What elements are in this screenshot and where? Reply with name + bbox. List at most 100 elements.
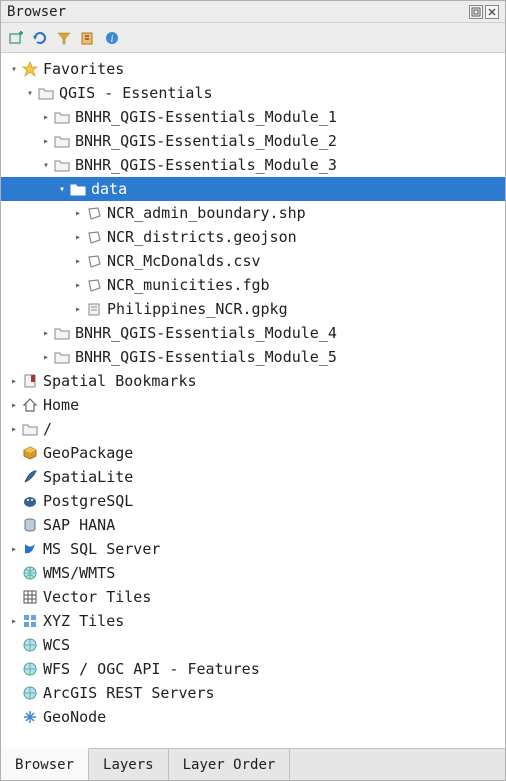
mssql-icon: [21, 541, 39, 557]
tree-label: Home: [43, 396, 79, 414]
tab-label: Layer Order: [183, 757, 276, 773]
folder-icon: [53, 110, 71, 124]
tree-label: Vector Tiles: [43, 588, 151, 606]
refresh-button[interactable]: [31, 29, 49, 47]
properties-button[interactable]: i: [103, 29, 121, 47]
tree-item-sap-hana[interactable]: SAP HANA: [1, 513, 505, 537]
info-icon: i: [104, 30, 120, 46]
folder-icon: [53, 158, 71, 172]
globe-icon: [21, 685, 39, 701]
chevron-right-icon[interactable]: ▸: [7, 400, 21, 411]
tree-label: XYZ Tiles: [43, 612, 124, 630]
tree-item-vector-tiles[interactable]: Vector Tiles: [1, 585, 505, 609]
tree-item-data-folder[interactable]: ▾ data: [1, 177, 505, 201]
tab-layers[interactable]: Layers: [89, 749, 169, 780]
tree-label: ArcGIS REST Servers: [43, 684, 215, 702]
chevron-right-icon[interactable]: ▸: [71, 208, 85, 219]
undock-button[interactable]: [469, 5, 483, 19]
tree-item-root[interactable]: ▸ /: [1, 417, 505, 441]
tree-item-file[interactable]: ▸ Philippines_NCR.gpkg: [1, 297, 505, 321]
chevron-right-icon[interactable]: ▸: [7, 424, 21, 435]
geopackage-file-icon: [85, 302, 103, 316]
svg-text:i: i: [111, 34, 114, 45]
feather-icon: [21, 469, 39, 485]
tree-item-module2[interactable]: ▸ BNHR_QGIS-Essentials_Module_2: [1, 129, 505, 153]
chevron-right-icon[interactable]: ▸: [7, 616, 21, 627]
globe-icon: [21, 661, 39, 677]
tree-item-wms[interactable]: WMS/WMTS: [1, 561, 505, 585]
tree-item-module1[interactable]: ▸ BNHR_QGIS-Essentials_Module_1: [1, 105, 505, 129]
chevron-down-icon[interactable]: ▾: [23, 88, 37, 99]
tree-item-geopackage[interactable]: GeoPackage: [1, 441, 505, 465]
database-icon: [21, 517, 39, 533]
refresh-icon: [32, 30, 48, 46]
tree-label: WMS/WMTS: [43, 564, 115, 582]
tree-label: NCR_McDonalds.csv: [107, 252, 261, 270]
browser-panel: Browser i ▾ Favorites ▾: [0, 0, 506, 781]
tree-label: Philippines_NCR.gpkg: [107, 300, 288, 318]
tree-item-geonode[interactable]: GeoNode: [1, 705, 505, 729]
chevron-right-icon[interactable]: ▸: [39, 328, 53, 339]
filter-icon: [56, 30, 72, 46]
tree-item-xyz[interactable]: ▸ XYZ Tiles: [1, 609, 505, 633]
tree-item-file[interactable]: ▸ NCR_McDonalds.csv: [1, 249, 505, 273]
tree-item-file[interactable]: ▸ NCR_districts.geojson: [1, 225, 505, 249]
tree-label: PostgreSQL: [43, 492, 133, 510]
browser-toolbar: i: [1, 23, 505, 53]
tree-label: MS SQL Server: [43, 540, 160, 558]
tree-item-spatialite[interactable]: SpatiaLite: [1, 465, 505, 489]
tree-item-arcgis[interactable]: ArcGIS REST Servers: [1, 681, 505, 705]
chevron-right-icon[interactable]: ▸: [39, 352, 53, 363]
chevron-right-icon[interactable]: ▸: [7, 544, 21, 555]
tree-item-spatial-bookmarks[interactable]: ▸ Spatial Bookmarks: [1, 369, 505, 393]
tab-label: Browser: [15, 757, 74, 773]
tree-item-module5[interactable]: ▸ BNHR_QGIS-Essentials_Module_5: [1, 345, 505, 369]
grid-icon: [21, 589, 39, 605]
star-icon: [21, 61, 39, 77]
chevron-right-icon[interactable]: ▸: [71, 256, 85, 267]
tree-label: BNHR_QGIS-Essentials_Module_1: [75, 108, 337, 126]
chevron-right-icon[interactable]: ▸: [71, 232, 85, 243]
chevron-down-icon[interactable]: ▾: [7, 64, 21, 75]
vector-polygon-icon: [85, 230, 103, 244]
close-button[interactable]: [485, 5, 499, 19]
tree-item-file[interactable]: ▸ NCR_municities.fgb: [1, 273, 505, 297]
chevron-right-icon[interactable]: ▸: [71, 280, 85, 291]
add-layer-button[interactable]: [7, 29, 25, 47]
chevron-right-icon[interactable]: ▸: [71, 304, 85, 315]
vector-polygon-icon: [85, 278, 103, 292]
tree-item-mssql[interactable]: ▸ MS SQL Server: [1, 537, 505, 561]
tree-item-module4[interactable]: ▸ BNHR_QGIS-Essentials_Module_4: [1, 321, 505, 345]
collapse-icon: [80, 30, 96, 46]
tree-item-wcs[interactable]: WCS: [1, 633, 505, 657]
tree-item-favorites[interactable]: ▾ Favorites: [1, 57, 505, 81]
chevron-right-icon[interactable]: ▸: [39, 136, 53, 147]
tree-label: NCR_admin_boundary.shp: [107, 204, 306, 222]
browser-tree[interactable]: ▾ Favorites ▾ QGIS - Essentials ▸ BNHR_Q…: [1, 53, 505, 748]
filter-button[interactable]: [55, 29, 73, 47]
tab-browser[interactable]: Browser: [1, 748, 89, 780]
tree-item-home[interactable]: ▸ Home: [1, 393, 505, 417]
tree-label: /: [43, 420, 52, 438]
tree-label: GeoNode: [43, 708, 106, 726]
panel-title: Browser: [7, 4, 467, 20]
tree-item-module3[interactable]: ▾ BNHR_QGIS-Essentials_Module_3: [1, 153, 505, 177]
tree-label: SAP HANA: [43, 516, 115, 534]
chevron-right-icon[interactable]: ▸: [7, 376, 21, 387]
bookmark-icon: [21, 373, 39, 389]
folder-icon: [37, 86, 55, 100]
undock-icon: [471, 7, 481, 17]
chevron-right-icon[interactable]: ▸: [39, 112, 53, 123]
collapse-all-button[interactable]: [79, 29, 97, 47]
tree-item-file[interactable]: ▸ NCR_admin_boundary.shp: [1, 201, 505, 225]
tab-label: Layers: [103, 757, 154, 773]
chevron-down-icon[interactable]: ▾: [39, 160, 53, 171]
chevron-down-icon[interactable]: ▾: [55, 184, 69, 195]
tree-item-wfs[interactable]: WFS / OGC API - Features: [1, 657, 505, 681]
tree-item-qgis-essentials[interactable]: ▾ QGIS - Essentials: [1, 81, 505, 105]
tree-label: NCR_districts.geojson: [107, 228, 297, 246]
home-icon: [21, 397, 39, 413]
tab-layer-order[interactable]: Layer Order: [169, 749, 291, 780]
tree-item-postgresql[interactable]: PostgreSQL: [1, 489, 505, 513]
globe-icon: [21, 637, 39, 653]
